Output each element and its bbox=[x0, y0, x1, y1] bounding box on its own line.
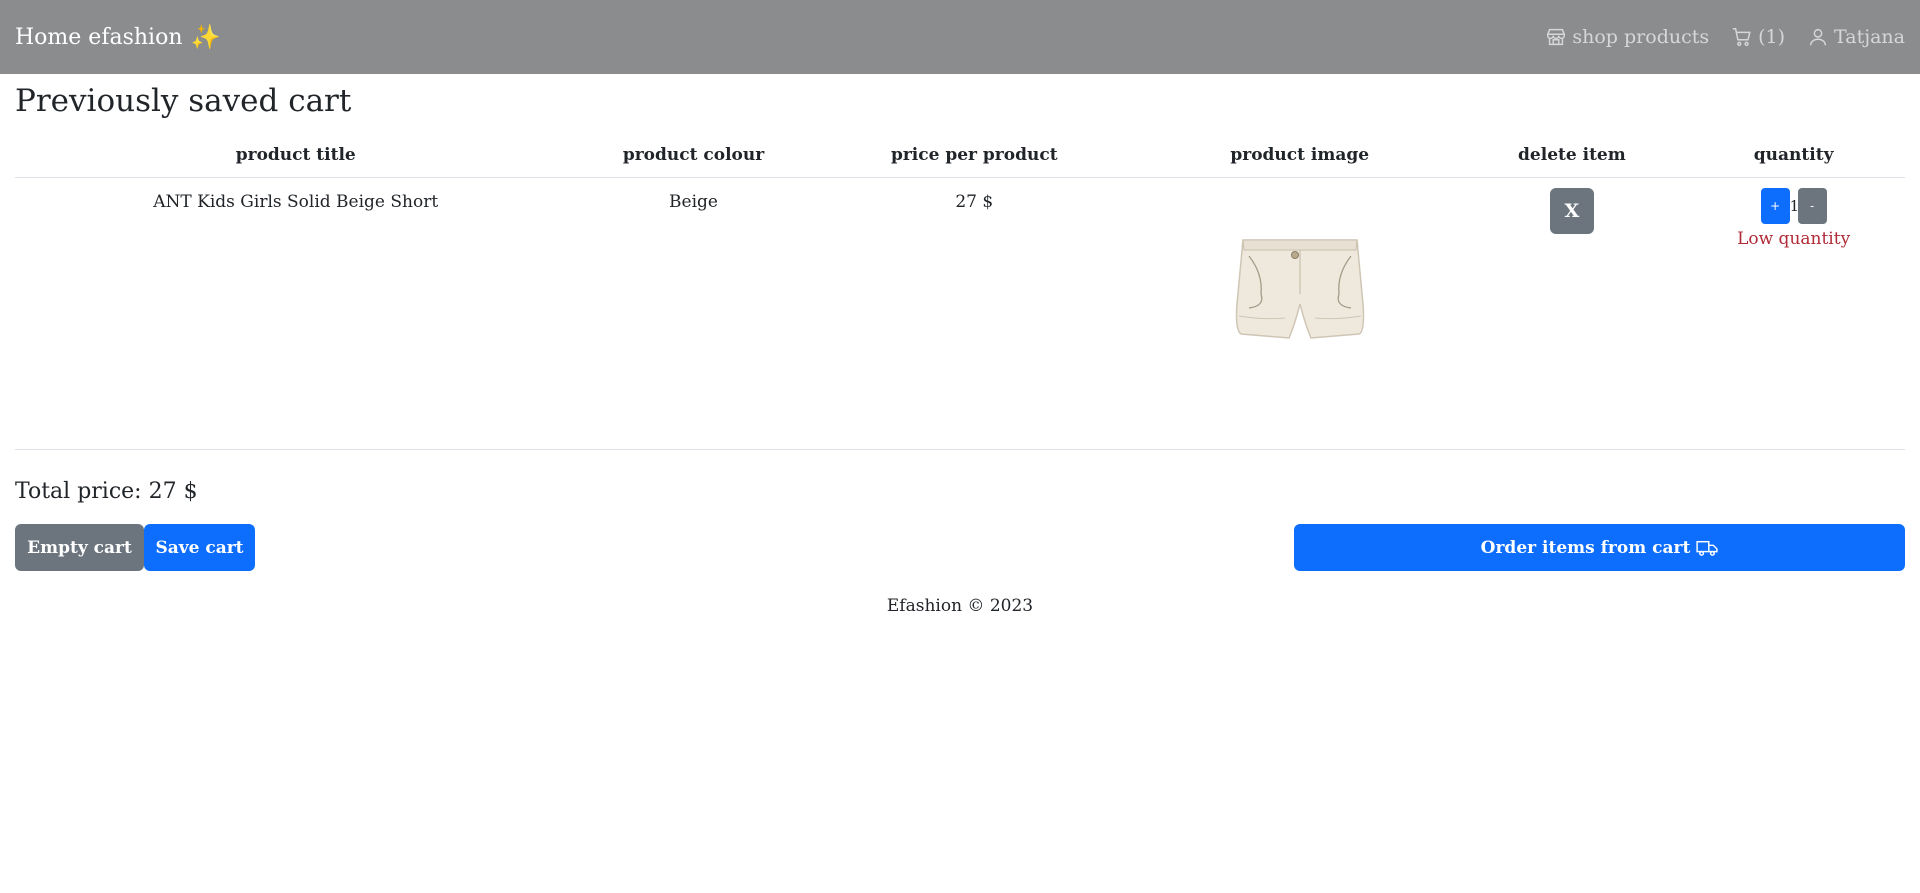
cart-actions: Empty cart Save cart Order items from ca… bbox=[15, 524, 1905, 571]
cart-button-group: Empty cart Save cart bbox=[15, 524, 255, 571]
cart-icon bbox=[1732, 28, 1751, 47]
header-product-colour: product colour bbox=[576, 132, 811, 178]
brand-title: Home efashion bbox=[15, 24, 183, 50]
order-items-button[interactable]: Order items from cart bbox=[1294, 524, 1905, 571]
brand-link[interactable]: Home efashion ✨ bbox=[15, 23, 220, 51]
cell-product-image bbox=[1137, 177, 1462, 450]
quantity-stepper: + 1 - bbox=[1760, 188, 1827, 224]
quantity-increase-button[interactable]: + bbox=[1760, 188, 1790, 224]
empty-cart-button[interactable]: Empty cart bbox=[15, 524, 144, 571]
product-image-shorts bbox=[1235, 239, 1364, 339]
nav-shop-label: shop products bbox=[1572, 26, 1710, 48]
delete-item-button[interactable]: X bbox=[1549, 188, 1594, 234]
cell-quantity: + 1 - Low quantity bbox=[1682, 177, 1905, 450]
total-price: Total price: 27 $ bbox=[15, 479, 198, 504]
sparkles-icon: ✨ bbox=[190, 23, 221, 51]
cell-product-title: ANT Kids Girls Solid Beige Short bbox=[15, 177, 577, 450]
save-cart-button[interactable]: Save cart bbox=[144, 524, 255, 571]
header-quantity: quantity bbox=[1682, 132, 1905, 178]
truck-icon bbox=[1696, 540, 1718, 556]
quantity-value: 1 bbox=[1789, 197, 1800, 215]
main-content: Previously saved cart product title prod… bbox=[0, 80, 1920, 616]
cart-table: product title product colour price per p… bbox=[15, 132, 1905, 450]
footer: Efashion © 2023 bbox=[886, 596, 1034, 616]
quantity-decrease-button[interactable]: - bbox=[1797, 188, 1827, 224]
header-product-image: product image bbox=[1137, 132, 1462, 178]
shop-icon bbox=[1547, 28, 1566, 46]
user-name: Tatjana bbox=[1834, 26, 1905, 48]
cell-delete: X bbox=[1461, 177, 1683, 450]
header-delete-item: delete item bbox=[1461, 132, 1683, 178]
navbar: Home efashion ✨ shop products (1) Tatjan… bbox=[0, 0, 1920, 74]
cart-count: (1) bbox=[1758, 26, 1786, 48]
nav-shop-products[interactable]: shop products bbox=[1545, 26, 1709, 48]
header-price: price per product bbox=[810, 132, 1138, 178]
nav-right: shop products (1) Tatjana bbox=[1545, 26, 1905, 48]
cell-price: 27 $ bbox=[810, 177, 1138, 450]
table-header-row: product title product colour price per p… bbox=[15, 132, 1905, 178]
page-title: Previously saved cart bbox=[15, 83, 352, 119]
table-row: ANT Kids Girls Solid Beige Short Beige 2… bbox=[15, 177, 1905, 450]
nav-user[interactable]: Tatjana bbox=[1807, 26, 1905, 48]
nav-cart[interactable]: (1) bbox=[1731, 26, 1785, 48]
low-quantity-warning: Low quantity bbox=[1737, 229, 1851, 249]
order-items-label: Order items from cart bbox=[1480, 537, 1691, 558]
header-product-title: product title bbox=[15, 132, 577, 178]
cell-product-colour: Beige bbox=[576, 177, 811, 450]
user-icon bbox=[1809, 28, 1827, 46]
